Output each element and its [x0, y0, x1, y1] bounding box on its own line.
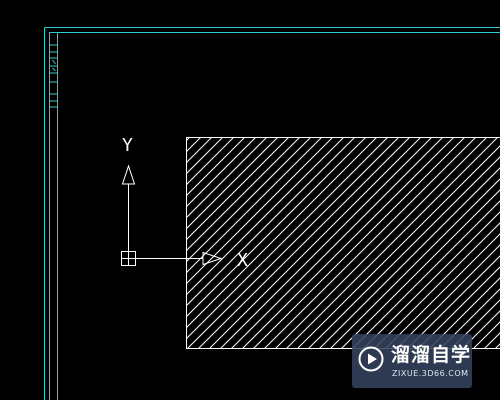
hatch-line: [230, 137, 444, 349]
hatch-line: [483, 332, 500, 349]
hatch-line: [219, 137, 433, 349]
hatch-pattern: [0, 137, 500, 349]
hatch-line: [186, 137, 246, 197]
hatch-region[interactable]: [0, 137, 500, 349]
hatch-line: [428, 277, 500, 349]
ucs-y-label: Y: [122, 135, 133, 156]
hatch-line: [186, 137, 301, 252]
watermark-title: 溜溜自学: [391, 344, 472, 366]
hatch-line: [186, 137, 378, 329]
hatch-boundary[interactable]: [186, 137, 500, 349]
hatch-line: [186, 137, 356, 307]
hatch-line: [340, 189, 500, 349]
hatch-line: [186, 137, 367, 318]
hatch-line: [186, 137, 400, 349]
hatch-line: [186, 137, 257, 208]
ucs-icon: [121, 164, 223, 266]
ucs-y-arrow-icon: [121, 164, 136, 185]
hatch-line: [186, 137, 191, 142]
hatch-line: [274, 137, 488, 349]
hatch-line: [186, 137, 224, 175]
hatch-line: [252, 137, 466, 349]
hatch-line: [186, 137, 290, 241]
hatch-line: [186, 137, 213, 164]
hatch-line: [263, 137, 477, 349]
hatch-line: [186, 137, 202, 153]
watermark-badge: 溜溜自学 ZIXUE.3D66.COM: [352, 334, 472, 388]
hatch-line: [461, 310, 500, 349]
hatch-line: [208, 137, 422, 349]
hatch-line: [318, 167, 500, 349]
hatch-line: [186, 137, 323, 274]
hatch-line: [406, 255, 500, 349]
hatch-line: [186, 137, 279, 230]
hatch-line: [241, 137, 455, 349]
hatch-line: [186, 137, 268, 219]
hatch-line: [0, 137, 168, 349]
hatch-line: [186, 137, 312, 263]
hatch-line: [186, 137, 389, 340]
frame-marker-strip: [49, 44, 58, 108]
hatch-line: [186, 137, 345, 296]
hatch-line: [186, 137, 334, 285]
hatch-line: [285, 137, 499, 349]
play-logo-icon: [358, 346, 384, 372]
hatch-line: [0, 137, 157, 349]
hatch-line: [0, 137, 179, 349]
watermark-subtitle: ZIXUE.3D66.COM: [392, 369, 469, 378]
hatch-line: [373, 222, 500, 349]
hatch-line: [197, 137, 411, 349]
hatch-line: [0, 137, 146, 349]
